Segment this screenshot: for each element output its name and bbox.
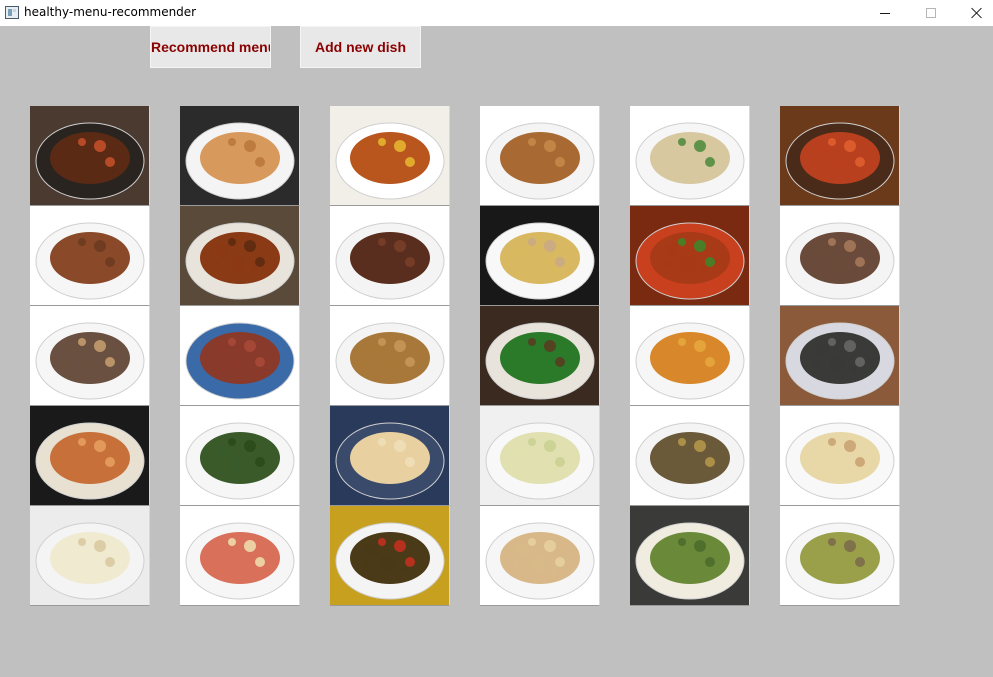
- dish-image-cabbage-pork[interactable]: [480, 506, 600, 606]
- dish-image-fried-pork-strips[interactable]: [180, 106, 300, 206]
- dish-image-cucumber-shrimp[interactable]: [630, 106, 750, 206]
- dish-image-stir-fried-green-beans[interactable]: [180, 406, 300, 506]
- dish-image-braised-fish-slices[interactable]: [480, 106, 600, 206]
- title-bar: healthy-menu-recommender: [0, 0, 993, 26]
- dish-image-sizzling-beef-platter[interactable]: [30, 106, 150, 206]
- dish-image-shredded-radish[interactable]: [30, 506, 150, 606]
- dish-image-garlic-shrimp-vermicelli[interactable]: [30, 406, 150, 506]
- maximize-button[interactable]: [908, 0, 954, 26]
- dish-image-stir-fried-cabbage[interactable]: [480, 406, 600, 506]
- dish-image-red-rice-bowl[interactable]: [180, 306, 300, 406]
- app-icon: [5, 6, 19, 19]
- dish-image-sliced-beef-tongue[interactable]: [780, 206, 900, 306]
- dish-image-fried-chicken-bites[interactable]: [330, 306, 450, 406]
- dish-image-tomato-beef-stew[interactable]: [780, 106, 900, 206]
- add-new-dish-button[interactable]: Add new dish: [300, 26, 421, 68]
- dish-image-diced-chicken-peanuts[interactable]: [330, 106, 450, 206]
- maximize-icon: [926, 8, 936, 18]
- dish-image-sweet-potato-balls[interactable]: [630, 306, 750, 406]
- dish-image-sweet-sour-fish[interactable]: [330, 506, 450, 606]
- dish-grid: [30, 106, 900, 606]
- dish-image-boiled-fish-chili[interactable]: [630, 206, 750, 306]
- dish-image-steamed-fish[interactable]: [780, 306, 900, 406]
- close-icon: [971, 7, 983, 19]
- dish-image-fried-tofu-puffs[interactable]: [330, 406, 450, 506]
- dish-image-bitter-melon-egg[interactable]: [630, 406, 750, 506]
- dish-image-green-pepper-pork[interactable]: [480, 306, 600, 406]
- recommend-menu-button[interactable]: Recommend menu: [150, 26, 271, 68]
- dish-image-braised-beef-cubes[interactable]: [330, 206, 450, 306]
- dish-image-mushroom-stir-fry[interactable]: [30, 306, 150, 406]
- dish-image-pickled-cabbage-pork[interactable]: [780, 506, 900, 606]
- minimize-icon: [880, 12, 890, 14]
- dish-image-spicy-shrimp[interactable]: [30, 206, 150, 306]
- dish-image-shredded-potato[interactable]: [780, 406, 900, 506]
- dish-image-stuffed-cabbage-rolls[interactable]: [630, 506, 750, 606]
- window-title: healthy-menu-recommender: [24, 5, 197, 19]
- dish-image-tomato-egg[interactable]: [180, 506, 300, 606]
- minimize-button[interactable]: [862, 0, 908, 26]
- close-button[interactable]: [954, 0, 993, 26]
- dish-image-pork-congee[interactable]: [480, 206, 600, 306]
- dish-image-braised-pork-belly[interactable]: [180, 206, 300, 306]
